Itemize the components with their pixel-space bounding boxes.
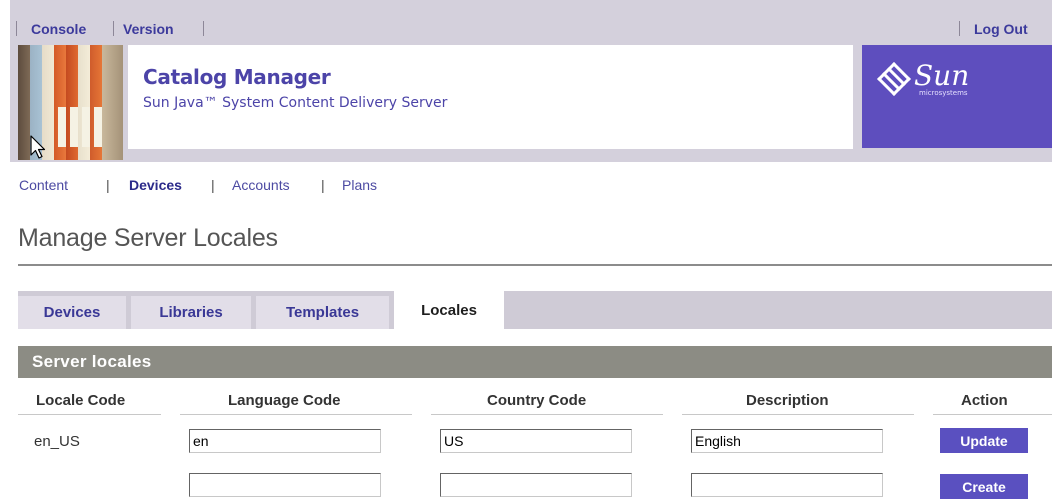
header-underline xyxy=(18,414,161,415)
column-header-country-code: Country Code xyxy=(487,392,587,409)
tab-strip: Devices Libraries Templates Locales xyxy=(18,291,1052,329)
description-input[interactable] xyxy=(691,429,883,453)
separator xyxy=(203,21,204,36)
nav-plans[interactable]: Plans xyxy=(342,176,377,194)
separator xyxy=(959,21,960,36)
language-code-input[interactable] xyxy=(189,429,381,453)
header-underline xyxy=(431,414,663,415)
nav-separator: | xyxy=(106,177,110,193)
new-description-input[interactable] xyxy=(691,473,883,497)
mouse-cursor-icon xyxy=(30,135,46,159)
app-title-box: Catalog Manager Sun Java™ System Content… xyxy=(128,45,853,149)
sun-logo: Sun microsystems xyxy=(862,45,1052,148)
nav-separator: | xyxy=(211,177,215,193)
column-header-locale-code: Locale Code xyxy=(36,392,126,409)
column-header-action: Action xyxy=(961,392,1008,409)
section-title: Server locales xyxy=(32,352,152,371)
version-link[interactable]: Version xyxy=(123,21,174,37)
column-header-description: Description xyxy=(746,392,829,409)
header-underline xyxy=(180,414,412,415)
locale-code-cell: en_US xyxy=(34,433,80,450)
column-header-language-code: Language Code xyxy=(228,392,341,409)
nav-devices[interactable]: Devices xyxy=(129,176,182,194)
app-title: Catalog Manager xyxy=(143,65,331,89)
nav-separator: | xyxy=(321,177,325,193)
country-code-input[interactable] xyxy=(440,429,632,453)
masthead: Console Version Log Out Catalog Manager … xyxy=(10,0,1052,162)
tab-locales[interactable]: Locales xyxy=(394,291,504,329)
nav-content[interactable]: Content xyxy=(19,176,68,194)
separator xyxy=(16,21,17,36)
new-language-code-input[interactable] xyxy=(189,473,381,497)
utility-bar: Console Version Log Out xyxy=(10,0,1052,40)
page-title: Manage Server Locales xyxy=(18,224,278,252)
update-button[interactable]: Update xyxy=(940,428,1028,453)
new-country-code-input[interactable] xyxy=(440,473,632,497)
header-underline xyxy=(933,414,1052,415)
sun-tagline: microsystems xyxy=(919,89,968,97)
sun-diamond-icon xyxy=(877,62,911,96)
console-link[interactable]: Console xyxy=(31,21,86,37)
header-underline xyxy=(682,414,914,415)
logout-link[interactable]: Log Out xyxy=(974,21,1028,37)
separator xyxy=(113,21,114,36)
app-subtitle: Sun Java™ System Content Delivery Server xyxy=(143,95,448,111)
tab-devices[interactable]: Devices xyxy=(18,296,126,329)
tab-libraries[interactable]: Libraries xyxy=(131,296,251,329)
nav-accounts[interactable]: Accounts xyxy=(232,176,290,194)
tab-templates[interactable]: Templates xyxy=(256,296,389,329)
sun-wordmark: Sun xyxy=(914,59,970,92)
title-divider xyxy=(18,264,1052,266)
section-header: Server locales xyxy=(18,346,1052,378)
create-button[interactable]: Create xyxy=(940,474,1028,499)
